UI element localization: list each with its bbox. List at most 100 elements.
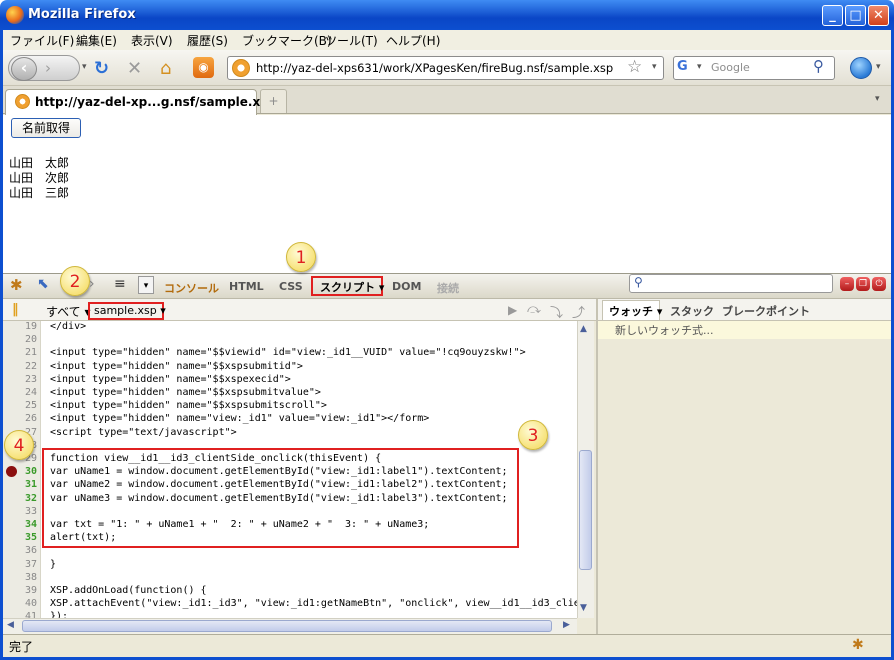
menu-tools[interactable]: ツール(T) [325,32,378,49]
url-text[interactable]: http://yaz-del-xps631/work/XPagesKen/fir… [256,61,613,75]
code-line: <input type="hidden" name="$$xspsubmitva… [50,387,321,398]
firebug-bug-icon[interactable]: ✱ [10,276,23,294]
back-forward-buttons[interactable]: ‹ › [8,55,80,81]
firebug-minimize-icon[interactable]: – [840,277,854,291]
code-line: <input type="hidden" name="view:_id1" va… [50,413,430,424]
line-number[interactable]: 23 [3,374,37,385]
line-number[interactable]: 21 [3,347,37,358]
line-number[interactable]: 34 [3,519,37,530]
script-filter-all[interactable]: すべて ▾ [46,303,91,320]
menu-help[interactable]: ヘルプ(H) [386,32,440,49]
page-content [3,115,891,273]
tab-watch[interactable]: ウォッチ ▾ [602,300,662,320]
firebug-search-input[interactable] [629,274,833,293]
step-out-icon[interactable]: ⤴ [572,302,585,321]
file-selector[interactable]: sample.xsp ▾ [94,304,166,317]
bookmark-star-icon[interactable]: ☆ [627,57,642,77]
firefox-logo-icon [6,6,24,24]
status-text: 完了 [9,640,34,654]
code-line: <script type="text/javascript"> [50,427,237,438]
line-number[interactable]: 20 [3,334,37,345]
line-number[interactable]: 19 [3,321,37,332]
get-name-button[interactable]: 名前取得 [11,118,81,138]
menu-bookmarks[interactable]: ブックマーク(B) [242,32,332,49]
google-engine-icon[interactable]: G [677,59,693,75]
tab-stack[interactable]: スタック [670,303,714,319]
tab-css[interactable]: CSS [279,280,303,293]
line-number[interactable]: 25 [3,400,37,411]
vertical-scroll-thumb[interactable] [579,450,592,570]
menu-history[interactable]: 履歴(S) [187,32,228,49]
tab-favicon-icon [15,94,30,109]
line-number[interactable]: 35 [3,532,37,543]
panel-menu-icon[interactable]: ≡ [114,276,126,292]
forward-arrow-icon[interactable]: › [45,59,51,77]
rss-feed-icon[interactable]: ◉ [193,57,214,78]
stop-icon[interactable]: ✕ [127,58,142,79]
reload-icon[interactable]: ↻ [94,58,109,79]
function-highlight-box [42,448,519,548]
callout-2: 2 [60,266,90,296]
step-into-icon[interactable]: ⤵ [550,302,563,321]
firebug-detach-icon[interactable]: ❐ [856,277,870,291]
line-number[interactable]: 38 [3,572,37,583]
callout-4: 4 [4,430,34,460]
callout-3: 3 [518,420,548,450]
menu-edit[interactable]: 編集(E) [76,32,117,49]
menu-file[interactable]: ファイル(F) [10,32,74,49]
window-title: Mozilla Firefox [28,7,136,22]
tab-html[interactable]: HTML [229,280,264,293]
scroll-down-icon[interactable]: ▼ [580,603,587,613]
continue-icon[interactable]: ▶ [508,303,517,317]
pause-icon[interactable]: ‖ [12,302,19,317]
scroll-left-icon[interactable]: ◀ [7,620,14,630]
line-number[interactable]: 24 [3,387,37,398]
code-line: XSP.attachEvent("view:_id1:_id3", "view:… [50,598,580,609]
maximize-button[interactable]: □ [845,5,866,26]
status-firebug-icon[interactable]: ✱ [852,637,864,653]
close-button[interactable]: ✕ [868,5,889,26]
code-line: } [50,559,57,570]
code-line: </div> [50,321,87,332]
tab-dom[interactable]: DOM [392,280,421,293]
line-number[interactable]: 39 [3,585,37,596]
horizontal-scroll-thumb[interactable] [22,620,552,632]
back-arrow-icon[interactable]: ‹ [11,57,37,81]
site-identity-icon[interactable] [232,59,250,77]
tab-net[interactable]: 接続 [437,280,459,296]
tab-list-dropdown-icon[interactable]: ▾ [875,94,880,104]
history-dropdown-icon[interactable]: ▾ [82,62,87,72]
search-magnifier-icon[interactable]: ⚲ [813,57,824,75]
tab-console[interactable]: コンソール [164,280,219,296]
firebug-search-icon: ⚲ [634,275,643,289]
new-tab-button[interactable]: + [260,89,287,113]
addon-dropdown-icon[interactable]: ▾ [876,62,881,72]
new-watch-expression[interactable]: 新しいウォッチ式... [615,322,714,338]
minimize-button[interactable]: _ [822,5,843,26]
tab-title[interactable]: http://yaz-del-xp...g.nsf/sample.xsp [35,95,276,109]
firebug-close-icon[interactable]: ⏻ [872,277,886,291]
line-number[interactable]: 22 [3,361,37,372]
inspect-pointer-icon[interactable]: ⬉ [37,276,49,292]
panel-divider[interactable] [596,299,598,634]
scroll-right-icon[interactable]: ▶ [563,620,570,630]
panel-menu-dropdown-icon[interactable]: ▾ [138,276,154,294]
search-engine-dropdown-icon[interactable]: ▾ [697,62,702,72]
step-over-icon[interactable]: ⤼ [527,302,541,317]
line-number[interactable]: 31 [3,479,37,490]
tab-breakpoints[interactable]: ブレークポイント [722,303,810,319]
scroll-up-icon[interactable]: ▲ [580,324,587,334]
line-number[interactable]: 32 [3,493,37,504]
line-number[interactable]: 37 [3,559,37,570]
line-number[interactable]: 40 [3,598,37,609]
breakpoint-icon[interactable] [6,466,17,477]
code-line: <input type="hidden" name="$$xspsubmitid… [50,361,303,372]
line-number[interactable]: 36 [3,545,37,556]
url-dropdown-icon[interactable]: ▾ [652,62,657,72]
addon-button-icon[interactable] [850,57,872,79]
line-number[interactable]: 33 [3,506,37,517]
menu-view[interactable]: 表示(V) [131,32,173,49]
home-icon[interactable]: ⌂ [160,58,171,79]
tab-script[interactable]: スクリプト ▾ [320,279,384,295]
line-number[interactable]: 26 [3,413,37,424]
